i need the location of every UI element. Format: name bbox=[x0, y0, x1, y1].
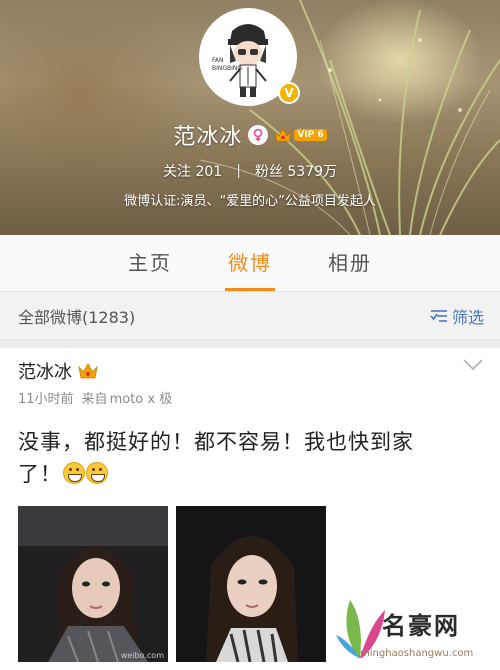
post-source-prefix: 来自 bbox=[81, 392, 108, 407]
filter-icon bbox=[430, 309, 447, 322]
post-photo-1[interactable]: weibo.com bbox=[18, 506, 168, 662]
post-text-line-2: 了！ bbox=[18, 458, 488, 490]
crown-icon bbox=[78, 363, 98, 379]
verified-badge-icon: V bbox=[278, 82, 300, 104]
post-text-line-2-text: 了！ bbox=[18, 462, 62, 486]
post-text-line-1: 没事，都挺好的！都不容易！我也快到家 bbox=[18, 430, 414, 454]
filter-label: 筛选 bbox=[451, 307, 484, 327]
tab-album[interactable]: 相册 bbox=[300, 235, 400, 291]
crown-icon bbox=[274, 128, 293, 142]
watermark-name: 名豪网 bbox=[382, 612, 460, 640]
all-weibo-count[interactable]: 全部微博(1283) bbox=[18, 304, 135, 328]
post-source: moto x 极 bbox=[109, 392, 173, 407]
photo-watermark: weibo.com bbox=[120, 651, 164, 660]
female-gender-icon bbox=[248, 125, 269, 145]
chevron-down-icon[interactable] bbox=[462, 358, 484, 372]
portrait-photo-image bbox=[18, 506, 168, 662]
profile-cover: FAN BINGBING V 范冰冰 VIP 6 关注 201 | 粉丝 537… bbox=[0, 0, 500, 235]
profile-name-row: 范冰冰 VIP 6 bbox=[0, 120, 500, 150]
grin-emoji-icon bbox=[63, 462, 85, 484]
following-stat[interactable]: 关注 201 bbox=[163, 161, 222, 181]
grin-emoji-icon bbox=[86, 462, 108, 484]
fans-stat[interactable]: 粉丝 5379万 bbox=[255, 161, 337, 181]
site-watermark: 名豪网 minghaoshangwu.com bbox=[330, 590, 500, 670]
post-content: 没事，都挺好的！都不容易！我也快到家 了！ bbox=[18, 426, 488, 490]
follow-stats: 关注 201 | 粉丝 5379万 bbox=[0, 160, 500, 182]
following-label: 关注 bbox=[163, 164, 191, 180]
watermark-url: minghaoshangwu.com bbox=[360, 648, 474, 659]
profile-tabs: 主页 微博 相册 bbox=[0, 235, 500, 292]
post-meta: 11小时前 来自 moto x 极 bbox=[18, 388, 172, 407]
following-count: 201 bbox=[195, 164, 223, 180]
filter-bar: 全部微博(1283) 筛选 bbox=[0, 292, 500, 340]
tab-weibo[interactable]: 微博 bbox=[200, 235, 300, 291]
post-time: 11小时前 bbox=[18, 392, 74, 407]
stat-separator: | bbox=[236, 163, 241, 179]
vip-level-label: VIP 6 bbox=[294, 129, 327, 141]
portrait-photo-image bbox=[176, 506, 326, 662]
fans-label: 粉丝 bbox=[254, 164, 283, 180]
tab-home[interactable]: 主页 bbox=[100, 235, 200, 291]
verification-text: 微博认证:演员、“爱里的心”公益项目发起人 bbox=[124, 194, 376, 209]
post-photo-2[interactable] bbox=[176, 506, 326, 662]
fans-count: 5379万 bbox=[287, 164, 337, 180]
post-author[interactable]: 范冰冰 bbox=[18, 358, 72, 384]
section-divider bbox=[0, 340, 500, 348]
filter-button[interactable]: 筛选 bbox=[430, 304, 484, 328]
vip-badge[interactable]: VIP 6 bbox=[274, 128, 327, 142]
profile-name: 范冰冰 bbox=[173, 125, 243, 150]
post-header: 范冰冰 bbox=[18, 358, 98, 384]
avatar-caption: FAN BINGBING bbox=[212, 57, 243, 72]
